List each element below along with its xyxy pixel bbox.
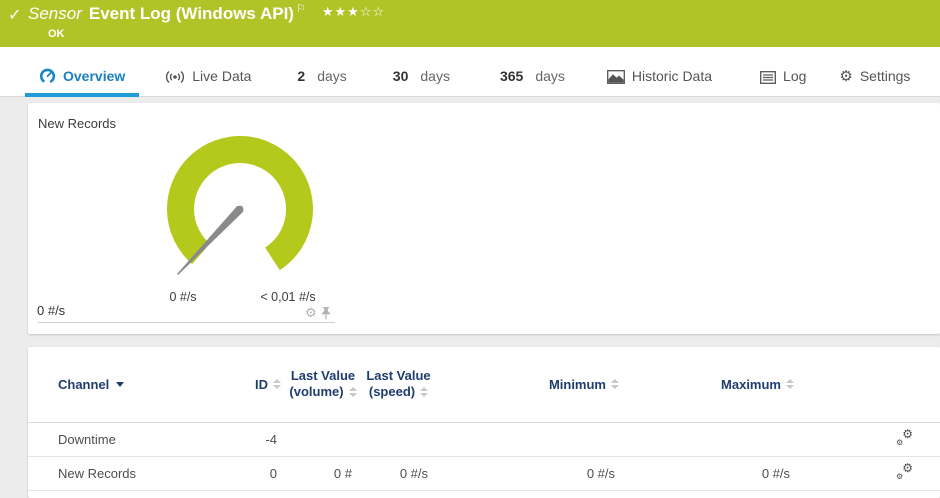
sensor-title-row: Sensor Event Log (Windows API)⚐ ★★★☆☆ <box>28 4 385 24</box>
channel-settings-icon[interactable]: ⚙⚙ <box>896 430 913 445</box>
tab-log[interactable]: Log <box>760 47 806 97</box>
log-list-icon <box>760 71 776 84</box>
tab-label: Historic Data <box>632 68 712 84</box>
column-header-last-value-speed[interactable]: Last Value (speed) <box>363 347 434 422</box>
priority-flag-icon[interactable]: ⚐ <box>296 2 306 15</box>
sort-icon <box>420 387 428 397</box>
channel-name: Downtime <box>28 422 198 456</box>
tab-365-days[interactable]: 365 days <box>500 47 565 97</box>
channels-panel: Channel ID Last Value (volume) Last Valu… <box>28 347 940 498</box>
tab-settings[interactable]: ⚙ Settings <box>839 47 910 97</box>
tab-label: Log <box>783 68 806 84</box>
column-header-actions <box>796 347 940 422</box>
tab-label: days <box>420 68 450 84</box>
channel-last-volume: 0 # <box>283 456 363 490</box>
tab-number: 30 <box>393 68 409 84</box>
tab-live-data[interactable]: Live Data <box>165 47 251 97</box>
tab-label: days <box>535 68 565 84</box>
tab-overview[interactable]: Overview <box>25 47 139 97</box>
gauge-dial <box>130 130 350 300</box>
tab-bar: Overview Live Data 2 days 30 days 365 <box>0 47 940 97</box>
gauge-scale-min: 0 #/s <box>153 290 213 304</box>
broadcast-icon <box>165 70 185 84</box>
column-header-last-value-volume[interactable]: Last Value (volume) <box>283 347 363 422</box>
channel-id: -4 <box>198 422 283 456</box>
sort-icon <box>273 379 281 389</box>
sort-desc-icon <box>116 382 124 387</box>
sensor-header: ✓ Sensor Event Log (Windows API)⚐ ★★★☆☆ OK <box>0 0 940 47</box>
gauge-scale-max: < 0,01 #/s <box>233 290 343 304</box>
channel-maximum: 0 #/s <box>621 456 796 490</box>
gauge-needle-hub <box>237 206 244 213</box>
sort-icon <box>611 379 619 389</box>
sort-icon <box>349 387 357 397</box>
object-kind-label: Sensor <box>28 4 82 23</box>
channel-minimum <box>434 422 621 456</box>
channel-settings-icon[interactable]: ⚙⚙ <box>896 464 913 479</box>
column-header-maximum[interactable]: Maximum <box>621 347 796 422</box>
gear-icon[interactable]: ⚙ <box>305 305 317 321</box>
stars-filled: ★★★ <box>322 4 360 19</box>
prtg-sensor-page: ✓ Sensor Event Log (Windows API)⚐ ★★★☆☆ OK… <box>0 0 940 498</box>
table-row-downtime: Downtime -4 ⚙⚙ <box>28 422 940 456</box>
tab-number: 365 <box>500 68 523 84</box>
priority-stars[interactable]: ★★★☆☆ <box>322 4 385 20</box>
table-header-row: Channel ID Last Value (volume) Last Valu… <box>28 347 940 422</box>
sensor-title: Event Log (Windows API) <box>89 4 294 23</box>
table-row-new-records: New Records 0 0 # 0 #/s 0 #/s 0 #/s ⚙⚙ <box>28 456 940 490</box>
tab-2-days[interactable]: 2 days <box>297 47 346 97</box>
status-badge: OK <box>48 28 65 40</box>
tab-30-days[interactable]: 30 days <box>393 47 450 97</box>
channel-actions: ⚙⚙ <box>796 456 940 490</box>
sort-icon <box>786 379 794 389</box>
gauge-arc <box>167 136 313 270</box>
channel-minimum: 0 #/s <box>434 456 621 490</box>
channel-maximum <box>621 422 796 456</box>
tab-number: 2 <box>297 68 305 84</box>
channel-last-volume <box>283 422 363 456</box>
tab-historic-data[interactable]: Historic Data <box>607 47 712 97</box>
column-header-minimum[interactable]: Minimum <box>434 347 621 422</box>
pin-icon[interactable] <box>321 307 331 320</box>
gauge-footer-divider <box>38 322 335 323</box>
status-check-icon: ✓ <box>8 5 21 25</box>
column-header-channel[interactable]: Channel <box>28 347 198 422</box>
channel-actions: ⚙⚙ <box>796 422 940 456</box>
channel-last-speed <box>363 422 434 456</box>
tab-label: Settings <box>860 68 911 84</box>
channel-name: New Records <box>28 456 198 490</box>
stars-empty: ☆☆ <box>360 4 385 19</box>
gauge-icon <box>39 68 56 84</box>
gauge-channel-title: New Records <box>38 116 116 131</box>
channel-last-speed: 0 #/s <box>363 456 434 490</box>
gauge-current-value: 0 #/s <box>37 303 65 318</box>
channel-id: 0 <box>198 456 283 490</box>
tab-label: days <box>317 68 347 84</box>
gauge-panel: New Records 0 #/s < 0,01 #/s 0 #/s ⚙ <box>28 103 940 334</box>
gear-icon: ⚙ <box>839 70 852 84</box>
tab-label: Live Data <box>192 68 251 84</box>
channels-table: Channel ID Last Value (volume) Last Valu… <box>28 347 940 491</box>
gauge-panel-controls: ⚙ <box>305 305 331 321</box>
column-header-id[interactable]: ID <box>198 347 283 422</box>
tab-label: Overview <box>63 68 125 84</box>
area-chart-icon <box>607 70 625 84</box>
